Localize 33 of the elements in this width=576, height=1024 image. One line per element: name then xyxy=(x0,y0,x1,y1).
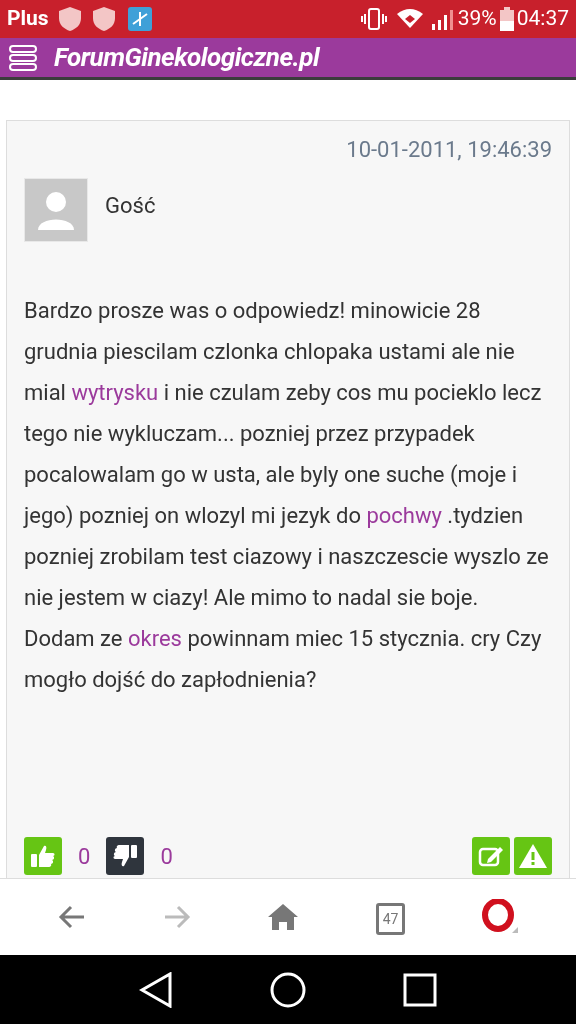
keyword-link[interactable]: okres xyxy=(128,626,182,651)
site-logo[interactable]: ForumGinekologiczne.pl xyxy=(54,38,320,77)
wifi-icon xyxy=(395,8,424,30)
edit-icon xyxy=(478,844,504,868)
shield-icon xyxy=(90,5,117,33)
thumbs-down-icon xyxy=(112,844,139,868)
like-count: 0 xyxy=(78,842,91,871)
avatar-icon xyxy=(24,178,88,242)
recents-icon[interactable] xyxy=(403,972,438,1007)
home-icon[interactable] xyxy=(267,903,300,931)
thumbs-up-icon xyxy=(30,844,56,868)
vibrate-icon xyxy=(359,7,388,31)
clock: 04:37 xyxy=(516,5,569,33)
back-icon[interactable] xyxy=(138,971,173,1008)
menu-icon[interactable] xyxy=(8,43,38,72)
opera-logo-icon[interactable] xyxy=(481,899,518,935)
carrier-name: Plus xyxy=(7,5,49,33)
author-name: Gość xyxy=(105,191,156,220)
post-date: 10-01-2011, 19:46:39 xyxy=(346,136,552,164)
app-icon xyxy=(126,6,153,32)
keyword-link[interactable]: pochwy xyxy=(366,503,442,528)
shield-icon xyxy=(56,5,83,33)
keyword-link[interactable]: wytrysku xyxy=(71,380,159,405)
home-circle-icon[interactable] xyxy=(270,971,306,1008)
battery-percent: 39% xyxy=(457,5,497,33)
tabs-button[interactable]: 47 xyxy=(376,903,406,935)
warning-icon xyxy=(518,843,548,869)
post-text: Bardzo prosze was o odpowiedz! minowicie 28 grudnia piescilam czlonka chlopaka ustami ale nie mial wytrysku i nie czulam zeby cos mu pocieklo lecz tego nie wykluczam... pozniej przez przypadek pocalowalam go w usta, ale byly one suche (moje i jego) pozniej on wlozyl mi jezyk do pochwy .tydzien pozniej zrobilam test ciazowy i naszczescie wyszlo ze nie jestem w ciazy! Ale mimo to nadal sie boje. Dodam ze okres powinnam miec 15 stycznia. cry Czy mogło dojść do zapłodnienia? xyxy=(24,297,550,694)
back-arrow-icon[interactable] xyxy=(58,904,87,930)
battery-icon xyxy=(499,7,514,31)
signal-icon xyxy=(429,8,454,30)
dislike-button[interactable] xyxy=(106,837,145,875)
dislike-count: 0 xyxy=(160,842,173,871)
